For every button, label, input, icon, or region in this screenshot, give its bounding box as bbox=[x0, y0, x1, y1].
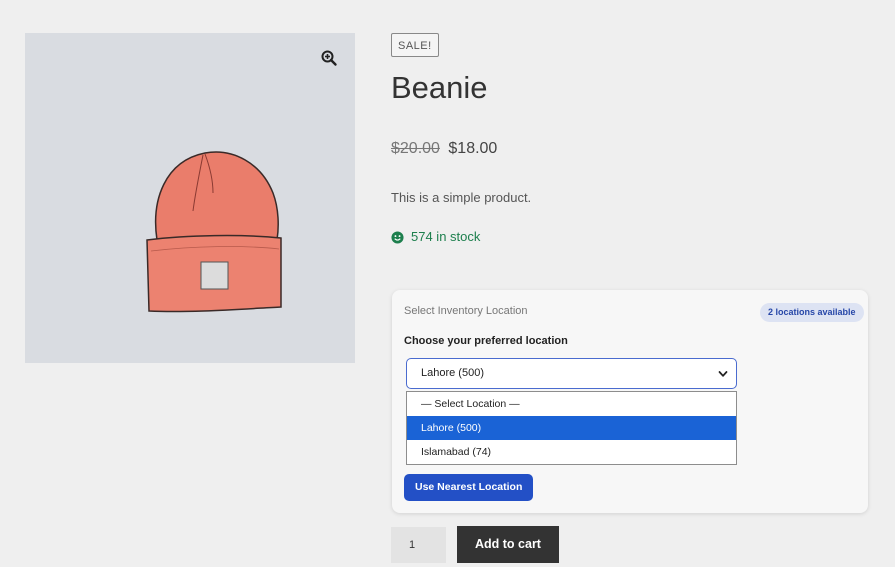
product-title: Beanie bbox=[391, 70, 488, 105]
quantity-input[interactable]: 1 bbox=[391, 527, 446, 563]
panel-heading: Select Inventory Location bbox=[404, 305, 528, 317]
stock-status: 574 in stock bbox=[391, 228, 480, 246]
chevron-down-icon bbox=[718, 371, 728, 377]
location-dropdown-list: — Select Location — Lahore (500) Islamab… bbox=[406, 391, 737, 465]
product-image-gallery[interactable] bbox=[25, 33, 355, 363]
choose-location-label: Choose your preferred location bbox=[404, 335, 568, 347]
beanie-image bbox=[146, 151, 282, 313]
sale-price: $18.00 bbox=[448, 140, 498, 157]
use-nearest-location-button[interactable]: Use Nearest Location bbox=[404, 474, 534, 501]
sale-badge: SALE! bbox=[391, 33, 439, 57]
location-select-value: Lahore (500) bbox=[421, 367, 484, 379]
price: $20.00 $18.00 bbox=[391, 139, 497, 159]
smile-icon bbox=[391, 230, 404, 244]
locations-count-badge: 2 locations available bbox=[760, 303, 864, 322]
location-option[interactable]: — Select Location — bbox=[407, 392, 736, 416]
regular-price: $20.00 bbox=[391, 140, 440, 157]
add-to-cart-button[interactable]: Add to cart bbox=[457, 526, 559, 563]
inventory-location-panel: Select Inventory Location 2 locations av… bbox=[392, 290, 868, 513]
location-option[interactable]: Islamabad (74) bbox=[407, 440, 736, 464]
location-select[interactable]: Lahore (500) bbox=[406, 358, 737, 389]
location-option-selected[interactable]: Lahore (500) bbox=[407, 416, 736, 440]
magnifier-plus-icon[interactable] bbox=[320, 49, 338, 67]
short-description: This is a simple product. bbox=[391, 190, 532, 205]
stock-text: 574 in stock bbox=[411, 229, 481, 244]
